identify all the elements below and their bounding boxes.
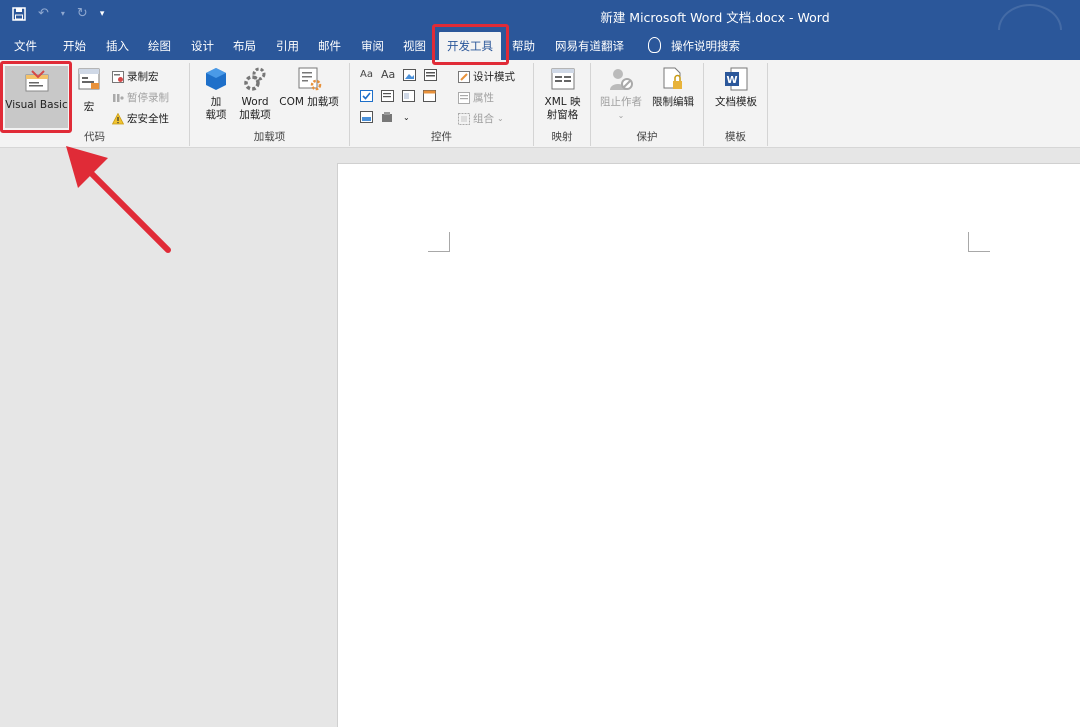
tab-youdao-translate[interactable]: 网易有道翻译: [555, 38, 624, 54]
group-addins: 加 载项 Word 加载项 COM 加载项 加载项: [190, 63, 350, 146]
group-label-controls: 控件: [431, 131, 452, 143]
dropdown-list-icon[interactable]: [402, 90, 415, 102]
lock-document-icon: [660, 66, 686, 92]
record-macro-icon: [112, 70, 124, 83]
macros-button[interactable]: 宏: [72, 66, 106, 114]
rich-text-content-control-icon[interactable]: Aa: [360, 69, 373, 80]
gear-icon: [242, 66, 268, 92]
group-protect: 阻止作者 ⌄ 限制编辑 保护: [591, 63, 704, 146]
properties-icon: [458, 91, 470, 104]
building-block-gallery-icon[interactable]: [424, 68, 438, 81]
tab-review[interactable]: 审阅: [361, 38, 384, 54]
tab-view[interactable]: 视图: [403, 38, 426, 54]
tab-file[interactable]: 文件: [14, 38, 37, 54]
margin-corner-top-left: [428, 232, 450, 252]
lightbulb-icon: [648, 37, 661, 53]
pause-recording-button[interactable]: 暂停录制: [112, 90, 169, 105]
title-bar: ↶ ▾ ↻ ▾ 新建 Microsoft Word 文档.docx - Word: [0, 0, 1080, 56]
store-addins-icon: [203, 66, 229, 92]
chevron-down-icon: ⌄: [497, 114, 504, 123]
plain-text-content-control-icon[interactable]: Aa: [381, 68, 395, 81]
controls-row-2: [360, 90, 436, 102]
restrict-editing-button[interactable]: 限制编辑: [647, 66, 699, 109]
tab-insert[interactable]: 插入: [106, 38, 129, 54]
tab-home[interactable]: 开始: [63, 38, 86, 54]
tab-references[interactable]: 引用: [276, 38, 299, 54]
macros-icon: [76, 66, 102, 92]
block-authors-button[interactable]: 阻止作者 ⌄: [597, 66, 645, 122]
com-addins-icon: [296, 66, 322, 92]
document-title: 新建 Microsoft Word 文档.docx - Word: [600, 10, 830, 25]
com-addins-button[interactable]: COM 加载项: [276, 66, 342, 109]
pause-icon: [112, 92, 124, 104]
visual-basic-highlight: [0, 61, 72, 133]
addins-button[interactable]: 加 载项: [200, 66, 232, 122]
design-mode-button[interactable]: 设计模式: [458, 69, 515, 84]
tell-me-search[interactable]: 操作说明搜索: [671, 38, 740, 54]
checkbox-content-control-icon[interactable]: [360, 90, 373, 102]
xml-mapping-pane-button[interactable]: XML 映 射窗格: [538, 66, 587, 122]
margin-corner-top-right: [968, 232, 990, 252]
group-button[interactable]: 组合 ⌄: [458, 111, 504, 126]
design-mode-icon: [458, 70, 470, 83]
red-arrow-annotation: [66, 146, 171, 253]
legacy-tools-icon[interactable]: [381, 111, 395, 123]
chevron-down-icon: ⌄: [617, 111, 625, 120]
developer-tab-highlight: [432, 24, 509, 65]
combo-box-icon[interactable]: [381, 90, 394, 102]
macro-security-button[interactable]: 宏安全性: [112, 111, 169, 126]
ribbon: Visual Basic 宏 录制宏 暂停录制 宏安全性 代码 加 载项 Wor…: [0, 60, 1080, 148]
tab-design[interactable]: 设计: [191, 38, 214, 54]
xml-mapping-icon: [550, 66, 576, 92]
chevron-down-icon[interactable]: ⌄: [403, 113, 410, 122]
group-label-addins: 加载项: [253, 131, 286, 143]
record-macro-button[interactable]: 录制宏: [112, 69, 159, 84]
group-label-mapping: 映射: [551, 131, 573, 143]
group-templates: W 文档模板 模板: [704, 63, 768, 146]
document-page[interactable]: [337, 163, 1080, 727]
block-authors-icon: [608, 66, 634, 92]
tab-help[interactable]: 帮助: [512, 38, 535, 54]
document-template-button[interactable]: W 文档模板: [708, 66, 764, 109]
controls-row-3: ⌄: [360, 111, 410, 123]
group-label-protect: 保护: [636, 131, 658, 143]
ribbon-tabs: 文件 开始 插入 绘图 设计 布局 引用 邮件 审阅 视图 开发工具 帮助 网易…: [0, 30, 1080, 60]
picture-content-control-icon[interactable]: [403, 68, 417, 81]
tab-mailings[interactable]: 邮件: [318, 38, 341, 54]
tab-layout[interactable]: 布局: [233, 38, 256, 54]
repeating-section-icon[interactable]: [360, 111, 373, 123]
word-document-icon: W: [723, 66, 749, 92]
group-mapping: XML 映 射窗格 映射: [534, 63, 591, 146]
properties-button[interactable]: 属性: [458, 90, 494, 105]
tab-draw[interactable]: 绘图: [148, 38, 171, 54]
warning-icon: [112, 112, 124, 125]
group-controls: Aa Aa ⌄ 设计模式 属性 组合 ⌄ 控件: [350, 63, 534, 146]
date-picker-icon[interactable]: [423, 90, 436, 102]
word-addins-button[interactable]: Word 加载项: [236, 66, 274, 122]
group-label-templates: 模板: [725, 131, 746, 143]
svg-text:W: W: [726, 75, 737, 86]
group-icon: [458, 112, 470, 125]
controls-row-1: Aa Aa: [360, 68, 438, 81]
